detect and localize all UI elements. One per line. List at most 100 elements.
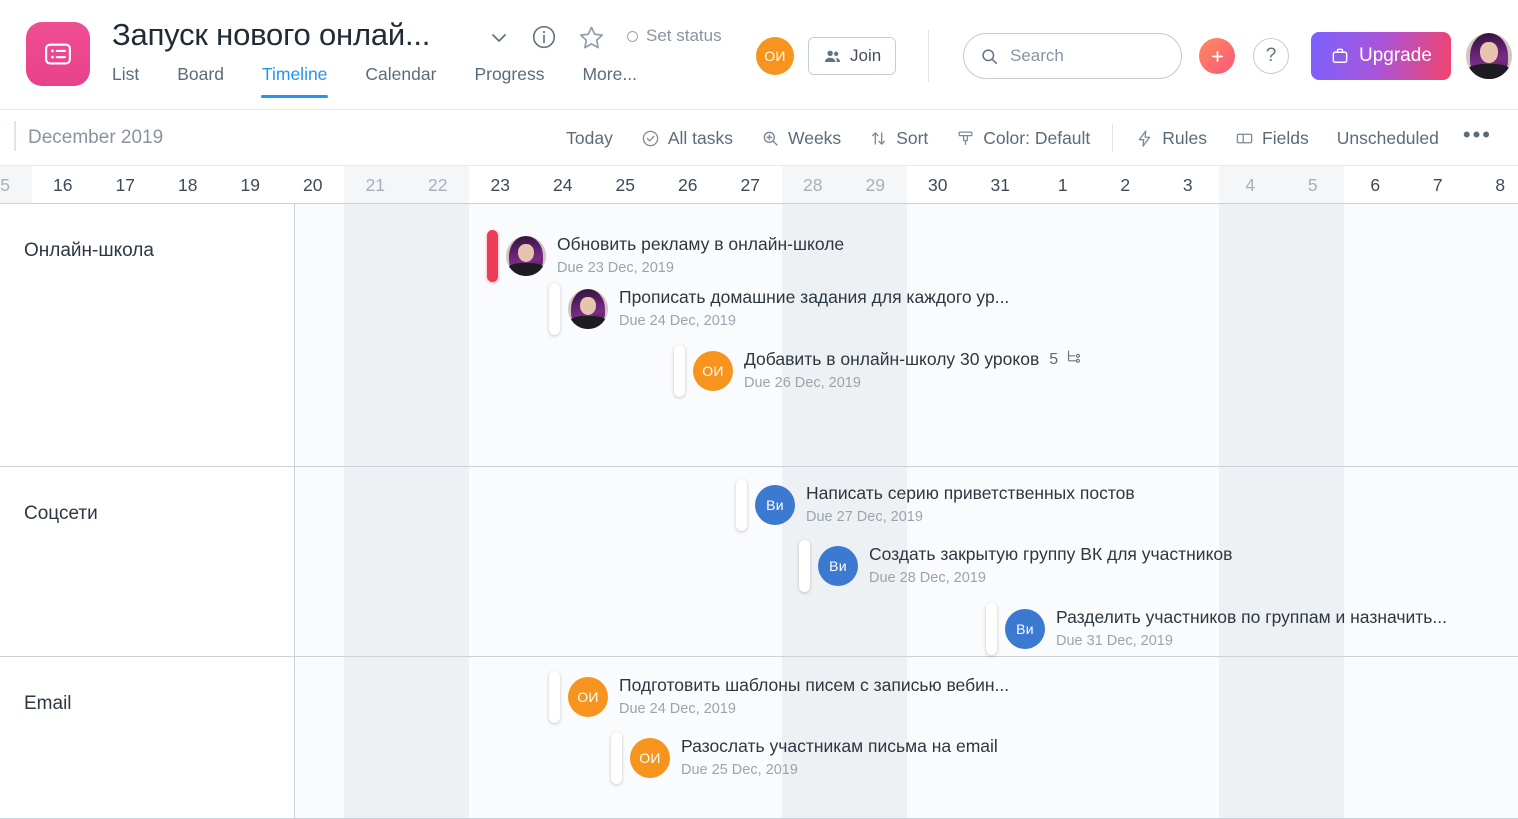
task-bar[interactable]	[986, 603, 997, 655]
task-text: Добавить в онлайн-школу 30 уроков5Due 26…	[744, 348, 1082, 394]
task-title: Разослать участникам письма на email	[681, 735, 998, 759]
zoom-weeks-button[interactable]: Weeks	[747, 128, 855, 149]
tab-board-label: Board	[177, 64, 224, 84]
member-avatar[interactable]: ОИ	[756, 37, 794, 75]
toolbar-divider	[1112, 124, 1113, 152]
briefcase-icon	[1330, 46, 1350, 66]
timeline-task[interactable]: ОИ Добавить в онлайн-школу 30 уроков5Due …	[674, 345, 1082, 397]
set-status-label: Set status	[646, 26, 722, 46]
task-assignee-avatar[interactable]	[506, 236, 546, 276]
timeline-task[interactable]: ОИ Разослать участникам письма на emailDu…	[611, 732, 998, 784]
timeline-body: Онлайн-школа Обновить рекламу в онлайн-шк…	[0, 204, 1518, 819]
more-options-icon[interactable]: •••	[1453, 122, 1502, 154]
color-button[interactable]: Color: Default	[942, 128, 1104, 149]
task-bar[interactable]	[549, 283, 560, 335]
ruler-day: 27	[719, 166, 782, 204]
task-assignee-avatar[interactable]: ОИ	[630, 738, 670, 778]
timeline-task[interactable]: Прописать домашние задания для каждого у…	[549, 283, 1009, 335]
task-bar[interactable]	[736, 479, 747, 531]
unscheduled-label: Unscheduled	[1337, 128, 1439, 149]
task-title: Обновить рекламу в онлайн-школе	[557, 233, 844, 257]
user-avatar[interactable]	[1466, 33, 1512, 79]
ruler-day: 17	[94, 166, 157, 204]
sort-button[interactable]: Sort	[855, 128, 942, 149]
subtask-icon	[1065, 348, 1082, 372]
timeline-task[interactable]: Обновить рекламу в онлайн-школеDue 23 De…	[487, 230, 844, 282]
zoom-icon	[761, 129, 780, 148]
fields-button[interactable]: Fields	[1221, 128, 1323, 149]
tab-more[interactable]: More...	[563, 64, 655, 98]
group-name-label: Онлайн-школа	[24, 240, 154, 262]
info-icon[interactable]	[531, 24, 557, 50]
timeline-task[interactable]: ОИПодготовить шаблоны писем с записью ве…	[549, 671, 1009, 723]
task-assignee-avatar[interactable]: Ви	[1005, 609, 1045, 649]
task-assignee-avatar[interactable]: ОИ	[693, 351, 733, 391]
ruler-day: 7	[1407, 166, 1470, 204]
add-button[interactable]	[1199, 38, 1235, 74]
upgrade-button[interactable]: Upgrade	[1311, 32, 1451, 80]
join-button[interactable]: Join	[808, 37, 896, 75]
tab-timeline-label: Timeline	[262, 64, 327, 84]
tab-list-label: List	[112, 64, 139, 84]
tab-calendar[interactable]: Calendar	[346, 64, 455, 98]
ruler-day: 21	[344, 166, 407, 204]
ruler-day: 3	[1157, 166, 1220, 204]
group-name-cell[interactable]: Email	[0, 657, 295, 819]
app-header: Запуск нового онлай... Set status List B…	[0, 0, 1518, 110]
task-title: Написать серию приветственных постов	[806, 482, 1135, 506]
ruler-day: 6	[1344, 166, 1407, 204]
tab-board[interactable]: Board	[158, 64, 243, 98]
tab-list[interactable]: List	[112, 64, 158, 98]
unscheduled-button[interactable]: Unscheduled	[1323, 128, 1453, 149]
timeline-group-row: Соцсети Ви Написать серию приветственных п…	[0, 467, 1518, 657]
task-assignee-avatar[interactable]: ОИ	[568, 677, 608, 717]
upgrade-label: Upgrade	[1359, 45, 1432, 67]
all-tasks-filter[interactable]: All tasks	[627, 128, 747, 149]
ruler-day: 25	[594, 166, 657, 204]
header-divider	[928, 30, 929, 82]
task-title-row: Разослать участникам письма на email	[681, 735, 998, 759]
ruler-day: 30	[907, 166, 970, 204]
favorite-star-icon[interactable]	[578, 24, 605, 51]
search-input[interactable]	[1010, 46, 1165, 66]
task-assignee-avatar[interactable]: Ви	[755, 485, 795, 525]
task-title-row: Прописать домашние задания для каждого у…	[619, 286, 1009, 310]
task-bar[interactable]	[611, 732, 622, 784]
set-status-button[interactable]: Set status	[627, 26, 722, 46]
task-assignee-avatar[interactable]	[568, 289, 608, 329]
ruler-day: 28	[782, 166, 845, 204]
ruler-day: 8	[1469, 166, 1518, 204]
sort-label: Sort	[896, 128, 928, 149]
search-box[interactable]	[963, 33, 1182, 79]
task-bar[interactable]	[487, 230, 498, 282]
help-button[interactable]: ?	[1253, 38, 1289, 74]
subtask-count: 5	[1049, 349, 1058, 371]
group-name-cell[interactable]: Онлайн-школа	[0, 204, 295, 467]
chevron-down-icon[interactable]	[487, 26, 511, 50]
task-bar[interactable]	[799, 540, 810, 592]
ruler-day: 1	[1032, 166, 1095, 204]
task-text: Обновить рекламу в онлайн-школеDue 23 De…	[557, 233, 844, 279]
tab-timeline[interactable]: Timeline	[243, 64, 346, 98]
task-due-date: Due 25 Dec, 2019	[681, 760, 998, 781]
task-bar[interactable]	[549, 671, 560, 723]
ruler-day: 5	[1282, 166, 1345, 204]
task-assignee-avatar[interactable]: Ви	[818, 546, 858, 586]
ruler-day: 2	[1094, 166, 1157, 204]
today-button[interactable]: Today	[552, 128, 627, 149]
task-title: Разделить участников по группам и назнач…	[1056, 606, 1447, 630]
project-list-icon	[26, 22, 90, 86]
tab-progress[interactable]: Progress	[455, 64, 563, 98]
rules-button[interactable]: Rules	[1121, 128, 1221, 149]
group-name-cell[interactable]: Соцсети	[0, 467, 295, 657]
timeline-task[interactable]: Ви Разделить участников по группам и назн…	[986, 603, 1447, 655]
task-title-row: Добавить в онлайн-школу 30 уроков5	[744, 348, 1082, 372]
timeline-task[interactable]: ВиНаписать серию приветственных постовDu…	[736, 479, 1135, 531]
task-text: Разослать участникам письма на emailDue …	[681, 735, 998, 781]
ruler-day: 20	[282, 166, 345, 204]
timeline-group-row: Email ОИПодготовить шаблоны писем с запис…	[0, 657, 1518, 819]
task-bar[interactable]	[674, 345, 685, 397]
timeline-task[interactable]: ВиСоздать закрытую группу ВК для участни…	[799, 540, 1232, 592]
color-label: Color: Default	[983, 128, 1090, 149]
ruler-day: 16	[32, 166, 95, 204]
